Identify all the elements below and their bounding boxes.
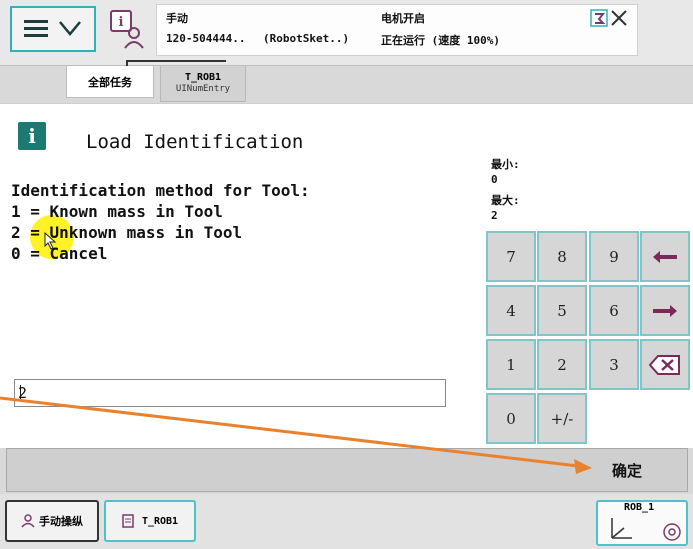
- min-label: 最小:: [491, 158, 520, 171]
- close-button[interactable]: [590, 8, 632, 30]
- right-arrow-icon: [653, 304, 677, 317]
- program-icon: [122, 514, 134, 528]
- left-arrow-button[interactable]: [640, 231, 690, 282]
- option-known-mass: 1 = Known mass in Tool: [11, 202, 223, 221]
- key-8[interactable]: 8: [537, 231, 587, 282]
- motor-state: 电机开启: [381, 12, 425, 25]
- right-arrow-button[interactable]: [640, 285, 690, 336]
- taskbar-task-button[interactable]: T_ROB1: [104, 500, 196, 542]
- event-log-icon[interactable]: i: [108, 8, 150, 50]
- main-menu-button[interactable]: [10, 6, 96, 52]
- dialog-line: Identification method for Tool:: [11, 181, 310, 200]
- tab-connector-h: [126, 60, 226, 62]
- taskbar-task-label: T_ROB1: [141, 515, 179, 527]
- svg-text:i: i: [119, 15, 124, 30]
- robot-unit-label: ROB_1: [624, 502, 655, 513]
- run-state: 正在运行 (速度 100%): [381, 34, 500, 47]
- key-plus-minus[interactable]: +/-: [537, 393, 587, 444]
- controller-name: 120-504444..: [166, 32, 246, 45]
- ok-button[interactable]: 确定: [568, 450, 686, 490]
- dialog-title: Load Identification: [86, 131, 304, 153]
- option-cancel: 0 = Cancel: [11, 244, 108, 263]
- taskbar-jog-label: 手动操纵: [39, 515, 83, 528]
- key-2[interactable]: 2: [537, 339, 587, 390]
- mode-text: 手动: [166, 12, 188, 25]
- tab-task-name: T_ROB1: [184, 72, 222, 83]
- left-arrow-icon: [653, 250, 677, 263]
- max-value: 2: [491, 209, 498, 222]
- key-4[interactable]: 4: [486, 285, 536, 336]
- tab-task-sub: UINumEntry: [175, 84, 231, 94]
- taskbar-jog-button[interactable]: 手动操纵: [5, 500, 99, 542]
- number-entry-field[interactable]: 2: [14, 379, 446, 407]
- tab-task[interactable]: T_ROB1 UINumEntry: [160, 66, 246, 102]
- tab-all-tasks[interactable]: 全部任务: [66, 66, 154, 98]
- key-1[interactable]: 1: [486, 339, 536, 390]
- mouse-pointer-icon: [44, 231, 58, 250]
- key-7[interactable]: 7: [486, 231, 536, 282]
- key-3[interactable]: 3: [589, 339, 639, 390]
- program-name: (RobotSket..): [263, 32, 350, 45]
- backspace-button[interactable]: [640, 339, 690, 390]
- status-panel: 手动 120-504444.. (RobotSket..) 电机开启 正在运行 …: [156, 4, 638, 56]
- key-6[interactable]: 6: [589, 285, 639, 336]
- key-9[interactable]: 9: [589, 231, 639, 282]
- jog-icon: [21, 514, 35, 528]
- key-0[interactable]: 0: [486, 393, 536, 444]
- text-caret: [20, 385, 21, 401]
- info-icon: i: [18, 122, 46, 150]
- min-value: 0: [491, 173, 498, 186]
- key-5[interactable]: 5: [537, 285, 587, 336]
- menu-icon: [24, 20, 81, 37]
- backspace-icon: [649, 354, 680, 375]
- max-label: 最大:: [491, 194, 520, 207]
